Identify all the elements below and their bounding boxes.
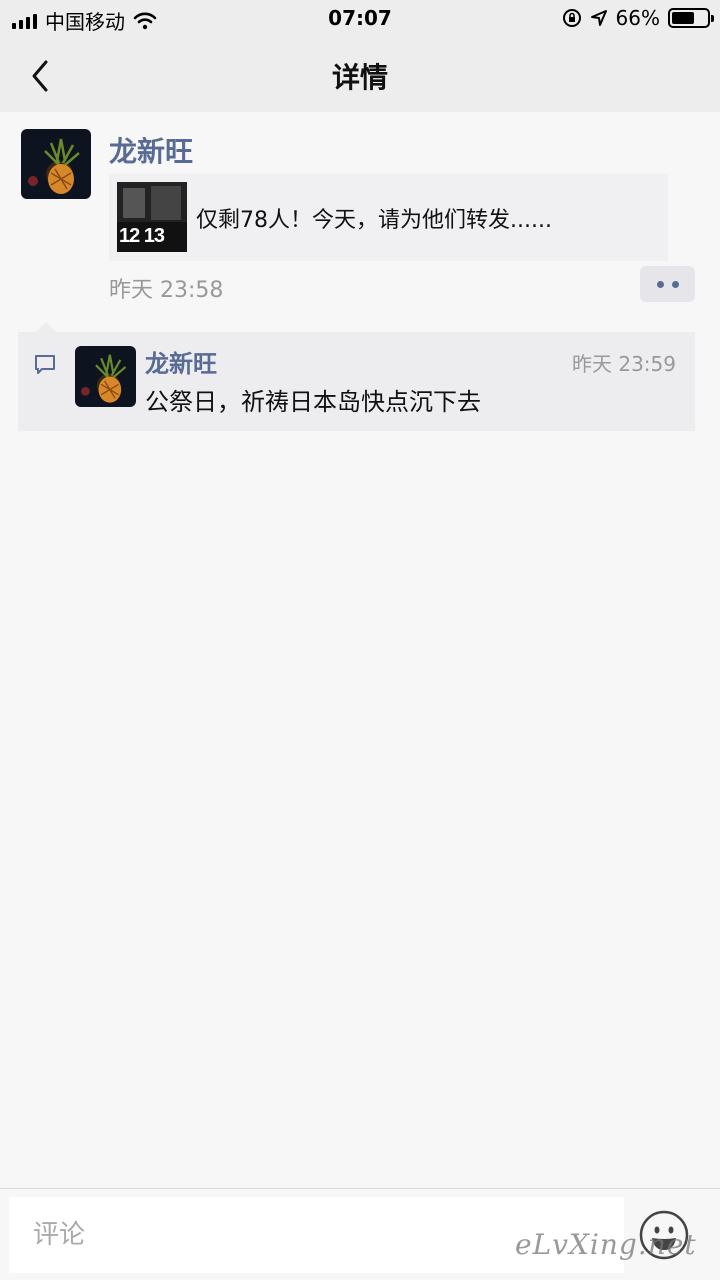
link-title: 仅剩78人！今天，请为他们转发......	[196, 208, 552, 233]
comment-timestamp: 昨天 23:59	[572, 352, 676, 376]
battery-icon	[668, 8, 714, 28]
avatar[interactable]	[21, 129, 91, 199]
nav-bar: 详情	[0, 40, 720, 112]
more-dots-button[interactable]	[640, 266, 695, 302]
screen: 中国移动 07:07 66% 详情 龙新旺 12 13 仅剩78人！今天，请为他…	[0, 0, 720, 1280]
link-thumbnail: 12 13	[117, 182, 187, 252]
battery-fill	[672, 12, 695, 24]
comment-icon	[35, 355, 55, 374]
page-title: 详情	[331, 61, 388, 94]
avatar[interactable]	[75, 346, 136, 407]
comments-section: 龙新旺 昨天 23:59 公祭日，祈祷日本岛快点沉下去	[18, 322, 695, 431]
comment-text[interactable]: 公祭日，祈祷日本岛快点沉下去	[145, 382, 481, 417]
comment-author[interactable]: 龙新旺	[145, 344, 217, 379]
thumbnail-text: 12 13	[119, 225, 165, 247]
battery-percent: 66%	[615, 6, 660, 30]
watermark: eLvXing.net	[515, 1228, 697, 1261]
location-icon	[590, 10, 607, 26]
back-icon	[32, 60, 48, 92]
orientation-lock-icon	[562, 9, 581, 27]
post-author[interactable]: 龙新旺	[109, 130, 193, 170]
more-dots-icon	[656, 280, 664, 288]
status-right: 66%	[562, 6, 714, 30]
status-bar: 中国移动 07:07 66%	[0, 0, 720, 40]
post-timestamp: 昨天 23:58	[109, 278, 224, 303]
back-button[interactable]	[18, 54, 62, 98]
shared-link-card[interactable]: 12 13 仅剩78人！今天，请为他们转发......	[109, 174, 668, 261]
